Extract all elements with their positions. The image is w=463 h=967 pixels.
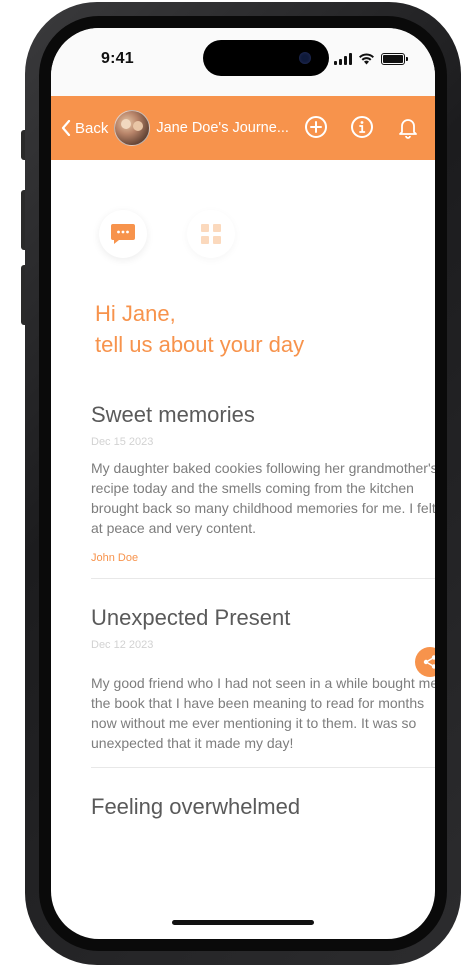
cellular-signal-icon [334,52,352,65]
nav-actions [303,114,421,140]
divider [91,578,435,579]
camera-icon [299,52,311,64]
avatar[interactable] [114,110,151,146]
stage: 9:41 Back Jane Doe's Journe... Hi Jane, … [0,0,463,967]
page-title: Jane Doe's Journe... [156,120,289,136]
entry-title: Unexpected Present [91,605,291,630]
journal-entry[interactable]: Sweet memories Dec 15 2023 My daughter b… [91,402,435,564]
add-circle-icon[interactable] [303,114,329,140]
journal-entries: Sweet memories Dec 15 2023 My daughter b… [91,402,435,828]
back-button[interactable]: Back [61,120,108,137]
phone-screen: 9:41 Back Jane Doe's Journe... Hi Jane, … [51,28,435,939]
journal-entry[interactable]: Unexpected Present Dec 12 2023 My good f… [91,605,435,753]
back-label: Back [75,119,109,137]
journal-entry[interactable]: Feeling overwhelmed [91,794,435,820]
chat-bubble-icon [111,224,135,244]
battery-icon [381,52,408,65]
share-icon [423,655,435,669]
view-toggle [99,210,235,258]
greeting-line-1: Hi Jane, [95,301,176,326]
home-indicator[interactable] [172,920,314,925]
status-icons [334,52,408,65]
dynamic-island [203,40,329,76]
grid-icon [201,224,221,244]
bell-icon[interactable] [395,114,421,140]
divider [91,767,435,768]
greeting: Hi Jane, tell us about your day [95,298,304,360]
entry-title: Sweet memories [91,402,255,427]
entry-author[interactable]: John Doe [91,552,435,564]
entry-date: Dec 12 2023 [91,639,154,651]
grid-view-button[interactable] [187,210,235,258]
phone-bezel: 9:41 Back Jane Doe's Journe... Hi Jane, … [39,16,447,951]
greeting-line-2: tell us about your day [95,332,305,357]
wifi-icon [359,53,374,65]
entry-body: My good friend who I had not seen in a w… [91,675,435,751]
entry-title: Feeling overwhelmed [91,794,301,819]
info-icon[interactable] [349,114,375,140]
phone-frame: 9:41 Back Jane Doe's Journe... Hi Jane, … [25,2,461,965]
status-time: 9:41 [101,50,134,67]
chevron-left-icon [61,120,71,136]
status-bar: 9:41 [51,28,435,96]
nav-bar: Back Jane Doe's Journe... [51,96,435,160]
chat-view-button[interactable] [99,210,147,258]
entry-body: My daughter baked cookies following her … [91,460,435,536]
entry-date: Dec 15 2023 [91,436,154,448]
